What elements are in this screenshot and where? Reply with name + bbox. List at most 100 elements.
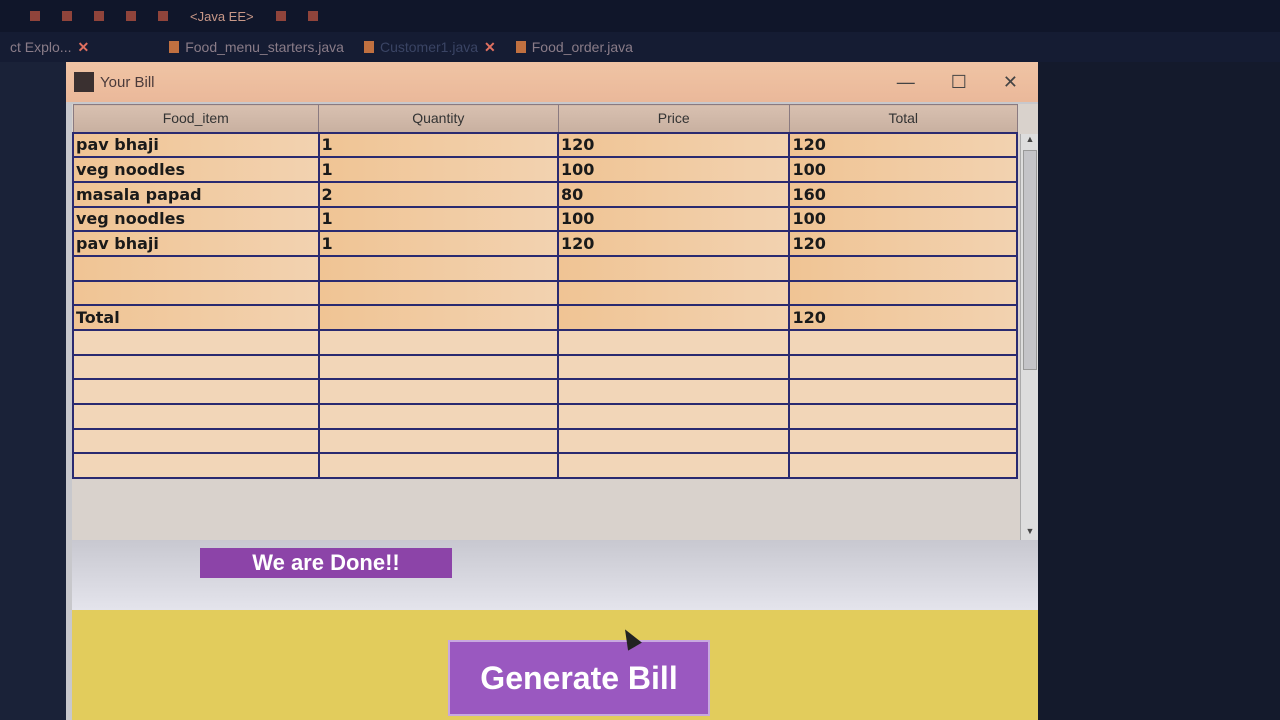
column-header[interactable]: Quantity bbox=[318, 104, 559, 133]
table-row[interactable] bbox=[72, 279, 1018, 307]
table-cell[interactable] bbox=[317, 304, 560, 331]
table-cell[interactable]: 120 bbox=[557, 131, 791, 159]
table-cell[interactable] bbox=[788, 427, 1018, 455]
table-cell[interactable]: 160 bbox=[788, 180, 1018, 208]
we-are-done-button[interactable]: We are Done!! bbox=[200, 548, 452, 578]
debug-icon[interactable] bbox=[94, 11, 104, 21]
table-cell[interactable]: 100 bbox=[788, 205, 1018, 233]
table-row[interactable]: Total 120 bbox=[72, 304, 1018, 331]
tab-project-explorer[interactable]: ct Explo... ✕ bbox=[0, 39, 99, 56]
table-cell[interactable]: 1 bbox=[317, 230, 560, 257]
table-cell[interactable] bbox=[72, 452, 320, 480]
table-cell[interactable] bbox=[788, 403, 1018, 430]
table-cell[interactable] bbox=[557, 329, 791, 356]
save-icon[interactable] bbox=[158, 11, 168, 21]
table-row[interactable] bbox=[72, 403, 1018, 430]
open-icon[interactable] bbox=[126, 11, 136, 21]
close-icon[interactable]: ✕ bbox=[484, 39, 496, 56]
column-header[interactable]: Price bbox=[557, 104, 790, 133]
nav-forward-icon[interactable] bbox=[307, 11, 318, 21]
nav-back-icon[interactable] bbox=[275, 11, 286, 21]
table-row[interactable] bbox=[72, 452, 1018, 480]
table-cell[interactable]: 1 bbox=[317, 205, 560, 233]
table-cell[interactable] bbox=[788, 353, 1018, 381]
table-cell[interactable]: 100 bbox=[788, 156, 1018, 183]
table-cell[interactable]: 2 bbox=[317, 180, 560, 208]
table-cell[interactable] bbox=[317, 329, 560, 356]
scroll-up-icon[interactable]: ▲ bbox=[1021, 134, 1039, 148]
tab-customer1[interactable]: Customer1.java ✕ bbox=[354, 39, 506, 56]
table-cell[interactable] bbox=[72, 427, 320, 455]
ide-toolbar: <Java EE> bbox=[0, 0, 1280, 32]
table-cell[interactable] bbox=[557, 353, 791, 381]
table-cell[interactable]: masala papad bbox=[72, 180, 320, 208]
table-cell[interactable]: 80 bbox=[557, 180, 791, 208]
table-cell[interactable] bbox=[557, 304, 791, 331]
table-cell[interactable] bbox=[788, 378, 1018, 406]
table-cell[interactable]: 120 bbox=[788, 230, 1018, 257]
java-file-icon bbox=[515, 41, 526, 53]
table-cell[interactable] bbox=[788, 452, 1018, 480]
scroll-down-icon[interactable]: ▼ bbox=[1021, 526, 1039, 540]
table-cell[interactable] bbox=[72, 378, 320, 406]
scrollbar-thumb[interactable] bbox=[1023, 150, 1037, 370]
table-cell[interactable]: 120 bbox=[788, 304, 1018, 331]
table-row[interactable] bbox=[72, 378, 1018, 406]
table-cell[interactable]: veg noodles bbox=[72, 156, 320, 183]
maximize-button[interactable]: ☐ bbox=[951, 72, 967, 93]
table-cell[interactable]: 100 bbox=[557, 156, 791, 183]
table-cell[interactable]: 120 bbox=[557, 230, 791, 257]
table-row[interactable]: pav bhaji 1 120 120 bbox=[72, 131, 1018, 159]
table-cell[interactable]: pav bhaji bbox=[72, 230, 320, 257]
table-cell[interactable]: 1 bbox=[317, 131, 560, 159]
toolbar-icon[interactable] bbox=[30, 11, 40, 21]
tab-food-menu-starters[interactable]: Food_menu_starters.java bbox=[159, 39, 354, 55]
table-cell[interactable]: 1 bbox=[317, 156, 560, 183]
table-cell[interactable] bbox=[317, 254, 560, 282]
perspective-label[interactable]: <Java EE> bbox=[190, 9, 254, 24]
table-cell[interactable]: pav bhaji bbox=[72, 131, 320, 159]
column-header[interactable]: Total bbox=[788, 104, 1018, 133]
generate-bill-button[interactable]: Generate Bill bbox=[448, 640, 710, 716]
table-cell[interactable] bbox=[788, 279, 1018, 307]
table-row[interactable] bbox=[72, 329, 1018, 356]
table-row[interactable] bbox=[72, 353, 1018, 381]
table-cell[interactable] bbox=[317, 279, 560, 307]
table-cell[interactable] bbox=[557, 254, 791, 282]
close-icon[interactable]: ✕ bbox=[77, 39, 89, 56]
table-cell[interactable] bbox=[317, 427, 560, 455]
table-cell[interactable]: Total bbox=[72, 304, 320, 331]
table-row[interactable]: veg noodles 1 100 100 bbox=[72, 205, 1018, 233]
run-icon[interactable] bbox=[62, 11, 72, 21]
table-cell[interactable] bbox=[557, 427, 791, 455]
table-cell[interactable] bbox=[72, 279, 320, 307]
table-cell[interactable] bbox=[72, 254, 320, 282]
tab-food-order[interactable]: Food_order.java bbox=[506, 39, 643, 55]
table-cell[interactable] bbox=[72, 329, 320, 356]
table-cell[interactable] bbox=[317, 378, 560, 406]
table-row[interactable]: veg noodles 1 100 100 bbox=[72, 156, 1018, 183]
table-cell[interactable] bbox=[317, 403, 560, 430]
table-cell[interactable]: veg noodles bbox=[72, 205, 320, 233]
table-cell[interactable] bbox=[557, 378, 791, 406]
table-row[interactable]: pav bhaji 1 120 120 bbox=[72, 230, 1018, 257]
column-header[interactable]: Food_item bbox=[72, 104, 320, 133]
minimize-button[interactable]: — bbox=[897, 72, 915, 93]
table-cell[interactable] bbox=[72, 353, 320, 381]
table-cell[interactable] bbox=[317, 353, 560, 381]
table-row[interactable] bbox=[72, 254, 1018, 282]
table-cell[interactable] bbox=[557, 452, 791, 480]
close-button[interactable]: ✕ bbox=[1003, 72, 1018, 93]
table-row[interactable] bbox=[72, 427, 1018, 455]
table-cell[interactable] bbox=[557, 279, 791, 307]
table-cell[interactable]: 100 bbox=[557, 205, 791, 233]
table-cell[interactable] bbox=[788, 254, 1018, 282]
table-cell[interactable] bbox=[72, 403, 320, 430]
vertical-scrollbar[interactable]: ▲ ▼ bbox=[1020, 134, 1038, 540]
table-row[interactable]: masala papad 2 80 160 bbox=[72, 180, 1018, 208]
table-cell[interactable] bbox=[788, 329, 1018, 356]
table-cell[interactable] bbox=[557, 403, 791, 430]
table-cell[interactable]: 120 bbox=[788, 131, 1018, 159]
table-cell[interactable] bbox=[317, 452, 560, 480]
title-bar[interactable]: Your Bill — ☐ ✕ bbox=[66, 62, 1038, 102]
